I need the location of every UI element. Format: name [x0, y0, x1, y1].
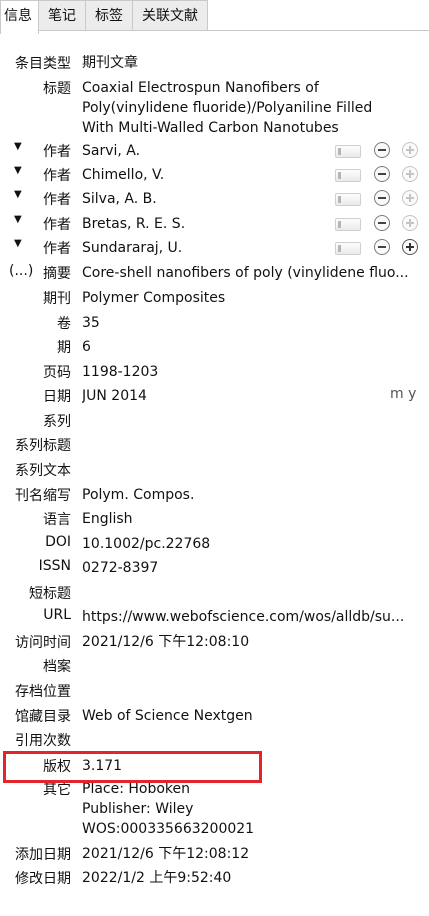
field-label: 卷 — [57, 316, 71, 332]
title-value[interactable]: Coaxial Electrospun Nanofibers of Poly(v… — [82, 78, 417, 138]
url-value[interactable]: https://www.webofscience.com/wos/alldb/s… — [82, 607, 417, 627]
swap-name-icon[interactable] — [335, 242, 361, 255]
field-label: 系列标题 — [15, 438, 71, 454]
field-label: 期 — [57, 340, 71, 356]
creator-name[interactable]: Sarvi, A. — [82, 141, 332, 161]
field-label: 存档位置 — [15, 684, 71, 700]
swap-name-icon[interactable] — [335, 145, 361, 158]
field-label[interactable]: URL — [43, 607, 71, 623]
title-line: Poly(vinylidene fluoride)/Polyaniline Fi… — [82, 100, 373, 116]
field-label: 短标题 — [29, 586, 71, 602]
creator-type-label[interactable]: 作者 — [43, 238, 71, 258]
swap-name-icon[interactable] — [335, 193, 361, 206]
plus-circle-icon[interactable] — [402, 190, 418, 206]
field-label: 刊名缩写 — [15, 488, 71, 504]
extra-value[interactable]: Place: Hoboken Publisher: Wiley WOS:0003… — [82, 779, 417, 839]
journal-abbr-value[interactable]: Polym. Compos. — [82, 485, 417, 505]
field-label: 条目类型 — [15, 56, 71, 72]
creator-controls — [335, 142, 425, 160]
field-label: 摘要 — [43, 266, 71, 282]
tab-tags[interactable]: 标签 — [86, 0, 133, 31]
field-label: 档案 — [43, 659, 71, 675]
field-label: 期刊 — [43, 291, 71, 307]
tab-notes[interactable]: 笔记 — [39, 0, 86, 31]
extra-line: Publisher: Wiley — [82, 801, 194, 817]
minus-circle-icon[interactable] — [374, 166, 390, 182]
rights-highlight-box — [3, 751, 262, 783]
abstract-value[interactable]: Core-shell nanofibers of poly (vinyliden… — [82, 263, 417, 283]
tab-info[interactable]: 信息 — [0, 0, 39, 34]
date-format-hint: m y — [390, 386, 417, 402]
minus-circle-icon[interactable] — [374, 142, 390, 158]
field-label: 修改日期 — [15, 871, 71, 887]
extra-line: WOS:000335663200021 — [82, 821, 255, 837]
triangle-down-icon[interactable]: ▼ — [14, 165, 22, 176]
field-label: DOI — [45, 534, 71, 550]
pages-value[interactable]: 1198-1203 — [82, 362, 417, 382]
language-value[interactable]: English — [82, 509, 417, 529]
field-label: 语言 — [43, 512, 71, 528]
plus-circle-icon[interactable] — [402, 215, 418, 231]
publication-value[interactable]: Polymer Composites — [82, 288, 417, 308]
creator-controls — [335, 215, 425, 233]
accessed-value[interactable]: 2021/12/6 下午12:08:10 — [82, 632, 417, 652]
minus-circle-icon[interactable] — [374, 239, 390, 255]
creator-controls — [335, 190, 425, 208]
swap-name-icon[interactable] — [335, 169, 361, 182]
plus-circle-icon[interactable] — [402, 166, 418, 182]
triangle-down-icon[interactable]: ▼ — [14, 141, 22, 152]
creator-type-label[interactable]: 作者 — [43, 165, 71, 185]
creator-type-label[interactable]: 作者 — [43, 214, 71, 234]
creator-name[interactable]: Bretas, R. E. S. — [82, 214, 332, 234]
field-label: 标题 — [43, 81, 71, 97]
creator-name[interactable]: Sundararaj, U. — [82, 238, 332, 258]
tab-related[interactable]: 关联文献 — [133, 0, 208, 31]
triangle-down-icon[interactable]: ▼ — [14, 214, 22, 225]
date-added-value: 2021/12/6 下午12:08:12 — [82, 846, 250, 862]
field-label: 添加日期 — [15, 847, 71, 863]
doi-value[interactable]: 10.1002/pc.22768 — [82, 534, 417, 554]
abstract-expand-toggle[interactable]: (...) — [9, 263, 33, 279]
library-catalog-value[interactable]: Web of Science Nextgen — [82, 706, 417, 726]
issue-value[interactable]: 6 — [82, 337, 417, 357]
swap-name-icon[interactable] — [335, 218, 361, 231]
creator-controls — [335, 239, 425, 257]
minus-circle-icon[interactable] — [374, 215, 390, 231]
creator-type-label[interactable]: 作者 — [43, 189, 71, 209]
minus-circle-icon[interactable] — [374, 190, 390, 206]
field-label: 馆藏目录 — [15, 709, 71, 725]
creator-type-label[interactable]: 作者 — [43, 141, 71, 161]
tab-bar: 信息 笔记 标签 关联文献 — [0, 0, 429, 34]
tab-bar-filler — [208, 0, 429, 31]
item-type-value[interactable]: 期刊文章 — [82, 53, 417, 73]
volume-value[interactable]: 35 — [82, 313, 417, 333]
issn-value[interactable]: 0272-8397 — [82, 558, 417, 578]
field-label: 日期 — [43, 389, 71, 405]
field-label: 系列 — [43, 414, 71, 430]
date-value[interactable]: JUN 2014 — [82, 386, 372, 406]
field-label: 页码 — [43, 365, 71, 381]
field-label: 引用次数 — [15, 733, 71, 749]
creator-name[interactable]: Chimello, V. — [82, 165, 332, 185]
triangle-down-icon[interactable]: ▼ — [14, 189, 22, 200]
creator-controls — [335, 166, 425, 184]
field-label: ISSN — [38, 558, 71, 574]
field-label: 访问时间 — [15, 635, 71, 651]
field-label: 系列文本 — [15, 463, 71, 479]
triangle-down-icon[interactable]: ▼ — [14, 238, 22, 249]
creator-name[interactable]: Silva, A. B. — [82, 189, 332, 209]
date-modified-value: 2022/1/2 上午9:52:40 — [82, 870, 232, 886]
title-line: With Multi-Walled Carbon Nanotubes — [82, 120, 339, 136]
plus-circle-icon[interactable] — [402, 239, 418, 255]
title-line: Coaxial Electrospun Nanofibers of — [82, 80, 319, 96]
plus-circle-icon[interactable] — [402, 142, 418, 158]
